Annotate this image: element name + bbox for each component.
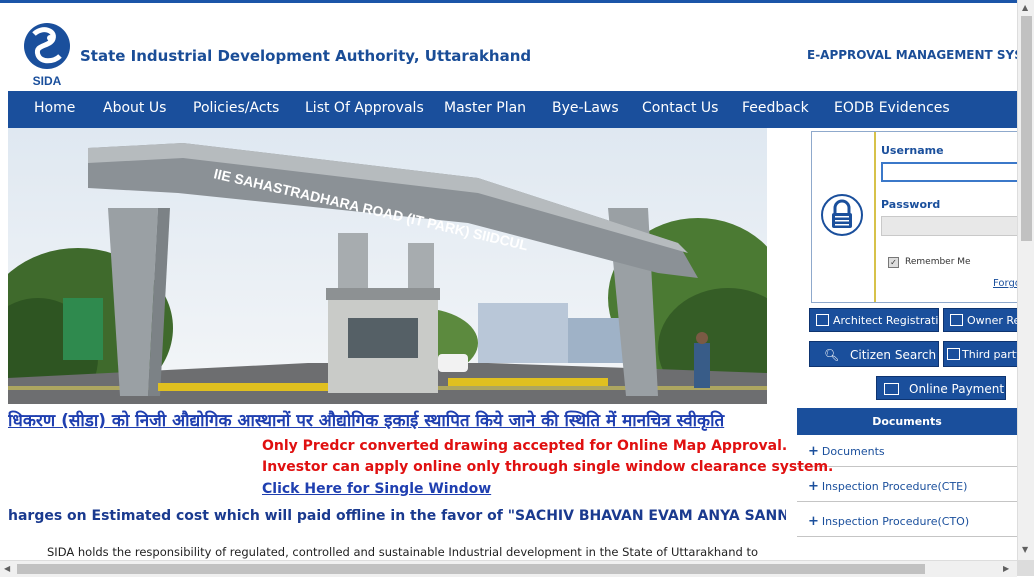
scroll-right-icon[interactable]: ▶ (1003, 564, 1009, 573)
owner-registration-button[interactable]: Owner Re (943, 308, 1017, 332)
document-icon (947, 348, 960, 360)
edit-icon (816, 314, 829, 326)
login-panel: Username Password ✓ Remember Me Forgo (811, 131, 1021, 303)
plus-icon: + (808, 479, 819, 494)
citizen-search-button[interactable]: 🔍︎ Citizen Search (809, 341, 939, 367)
scroll-up-icon[interactable]: ▲ (1022, 3, 1028, 12)
password-label: Password (881, 198, 941, 211)
documents-item-inspection-cto[interactable]: + Inspection Procedure(CTO) (797, 507, 1017, 537)
lock-column (812, 132, 876, 302)
horizontal-scrollbar[interactable]: ◀ ▶ (0, 560, 1017, 577)
documents-panel: Documents + Documents + Inspection Procedu… (797, 408, 1017, 558)
documents-heading: Documents (797, 408, 1017, 435)
site-title: State Industrial Development Authority, … (80, 47, 532, 65)
nav-home[interactable]: Home (34, 91, 75, 128)
search-icon: 🔍︎ (824, 348, 840, 362)
scroll-down-icon[interactable]: ▼ (1022, 545, 1028, 554)
lock-icon (821, 194, 863, 236)
notice-predcr: Only Predcr converted drawing accepted f… (262, 438, 788, 454)
third-party-button[interactable]: Third party A (943, 341, 1017, 367)
remember-me[interactable]: ✓ Remember Me (888, 257, 971, 268)
sida-logo[interactable]: SIDA (20, 22, 75, 88)
username-input[interactable] (881, 162, 1018, 182)
banner-image: IIE SAHASTRADHARA ROAD (IT PARK) SIIDCUL (8, 128, 767, 404)
nav-contact-us[interactable]: Contact Us (642, 91, 718, 128)
scroll-left-icon[interactable]: ◀ (4, 564, 10, 573)
top-accent-bar (0, 0, 1034, 3)
logo-text: SIDA (33, 74, 62, 88)
nav-bye-laws[interactable]: Bye-Laws (552, 91, 619, 128)
nav-list-of-approvals[interactable]: List Of Approvals (305, 91, 424, 128)
remember-checkbox[interactable]: ✓ (888, 257, 899, 268)
architect-registration-button[interactable]: Architect Registration (809, 308, 939, 332)
nav-eodb-evidences[interactable]: EODB Evidences (834, 91, 950, 128)
remember-label: Remember Me (905, 257, 971, 267)
citizen-search-label: Citizen Search (850, 348, 937, 362)
nav-feedback[interactable]: Feedback (742, 91, 809, 128)
nav-policies-acts[interactable]: Policies/Acts (193, 91, 279, 128)
vertical-scroll-thumb[interactable] (1021, 16, 1032, 241)
single-window-link[interactable]: Click Here for Single Window (262, 481, 491, 497)
edit-icon (950, 314, 963, 326)
system-title: E-APPROVAL MANAGEMENT SYSTEM (807, 48, 1034, 62)
third-party-label: Third party A (962, 348, 1017, 361)
nav-about-us[interactable]: About Us (103, 91, 166, 128)
plus-icon: + (808, 514, 819, 529)
charges-marquee: harges on Estimated cost which will paid… (8, 508, 786, 524)
online-payment-label: Online Payment (909, 382, 1005, 396)
main-nav: Home About Us Policies/Acts List Of Appr… (8, 91, 1017, 128)
online-payment-button[interactable]: Online Payment (876, 376, 1006, 400)
hindi-marquee-link[interactable]: धिकरण (सीडा) को निजी औद्योगिक आस्थानों प… (8, 408, 786, 432)
notice-single-window: Investor can apply online only through s… (262, 459, 834, 475)
scrollbar-corner (1017, 560, 1034, 576)
plus-icon: + (808, 444, 819, 459)
nav-master-plan[interactable]: Master Plan (444, 91, 526, 128)
owner-registration-label: Owner Re (967, 314, 1017, 327)
intro-text: SIDA holds the responsibility of regulat… (47, 545, 759, 559)
password-input[interactable] (881, 216, 1018, 236)
documents-item-inspection-cte[interactable]: + Inspection Procedure(CTE) (797, 472, 1017, 502)
architect-registration-label: Architect Registration (833, 314, 939, 327)
payment-card-icon (884, 383, 899, 395)
horizontal-scroll-thumb[interactable] (17, 564, 925, 574)
username-label: Username (881, 144, 944, 157)
vertical-scrollbar[interactable]: ▲ ▼ (1017, 0, 1034, 560)
